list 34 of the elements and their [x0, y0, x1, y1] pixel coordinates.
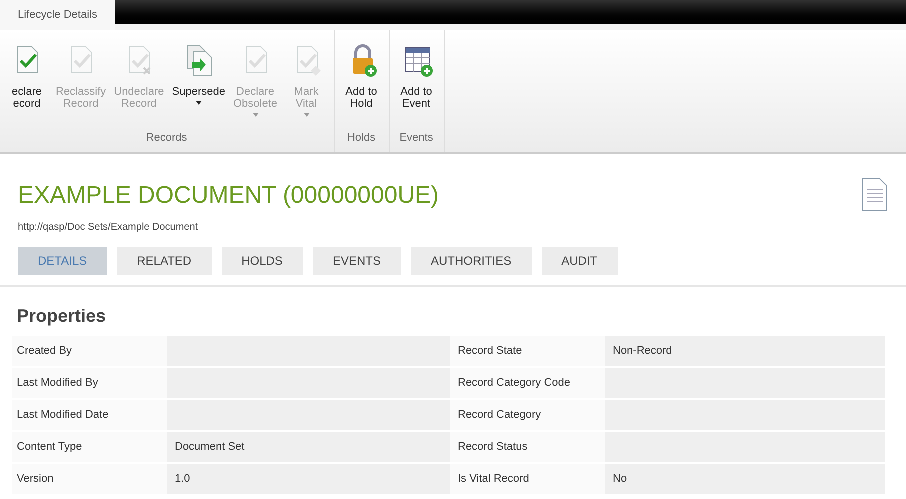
property-value: Non-Record: [605, 336, 885, 366]
tab[interactable]: EVENTS: [312, 247, 401, 275]
section-heading: Properties: [17, 305, 108, 328]
property-label: Version: [12, 464, 167, 494]
property-label: Created By: [12, 336, 167, 366]
property-value: 1.0: [167, 464, 450, 494]
property-label: Record State: [450, 336, 605, 366]
property-label: Record Status: [450, 432, 605, 462]
caret-icon: [252, 113, 258, 117]
document-icon: [862, 178, 888, 212]
property-label: Content Type: [12, 432, 167, 462]
document-title: EXAMPLE DOCUMENT (00000000UE): [18, 181, 440, 211]
document-url: http://qasp/Doc Sets/Example Document: [18, 221, 200, 235]
ribbon-button[interactable]: Add to Hold: [336, 44, 387, 130]
caret-icon: [304, 113, 310, 117]
property-value: No: [605, 464, 885, 494]
property-label: Last Modified By: [12, 368, 167, 398]
group-label: Events: [398, 130, 434, 146]
caret-icon: [196, 101, 202, 105]
property-label: Is Vital Record: [450, 464, 605, 494]
ribbon-button[interactable]: Supersede: [168, 44, 230, 130]
ribbon-button[interactable]: Add to Event: [392, 44, 442, 130]
property-label: Record Category: [450, 400, 605, 430]
property-label: Last Modified Date: [12, 400, 167, 430]
ribbon-button[interactable]: eclare ecord: [2, 44, 52, 130]
group-label: Holds: [346, 130, 377, 146]
tab[interactable]: HOLDS: [222, 247, 303, 275]
group-label: Records: [145, 130, 188, 146]
property-label: Record Category Code: [450, 368, 605, 398]
tab[interactable]: AUTHORITIES: [410, 247, 532, 275]
tab[interactable]: AUDIT: [542, 247, 618, 275]
tab[interactable]: RELATED: [117, 247, 212, 275]
ribbon-tab[interactable]: Lifecycle Details: [0, 0, 116, 30]
property-value: Document Set: [167, 432, 450, 462]
